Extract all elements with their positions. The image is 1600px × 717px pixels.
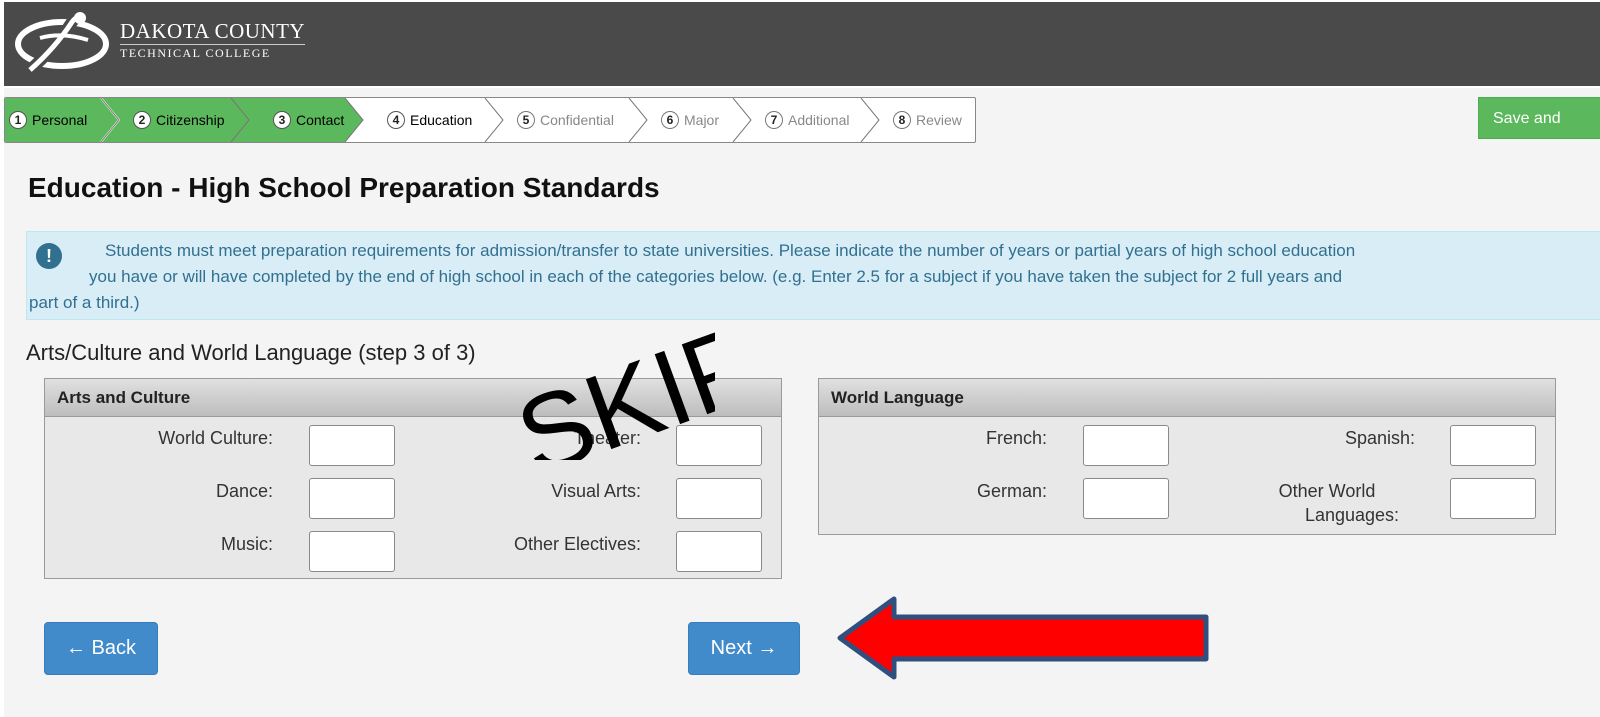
step-contact[interactable]: 3 Contact [263,98,344,142]
site-header: DAKOTA COUNTY TECHNICAL COLLEGE [4,2,1600,86]
section-title: Arts/Culture and World Language (step 3 … [26,340,476,365]
spanish-input[interactable] [1450,425,1536,466]
other-electives-input[interactable] [676,531,762,572]
french-input[interactable] [1083,425,1169,466]
info-text: Students must meet preparation requireme… [27,238,1567,316]
info-alert: Students must meet preparation requireme… [26,231,1600,320]
step-label: Major [684,112,720,128]
world-language-panel: World Language French: Spanish: German: … [818,378,1556,535]
step-label: Review [916,112,962,128]
skip-annotation-text: SKIP [502,300,715,460]
save-button[interactable]: Save and [1478,97,1600,139]
college-logo-text: DAKOTA COUNTY TECHNICAL COLLEGE [120,19,306,61]
step-label: Education [410,112,473,128]
step-major[interactable]: 6 Major [651,98,719,142]
red-arrow-annotation [837,596,1209,680]
world-culture-label: World Culture: [158,428,273,448]
french-label: French: [985,428,1047,448]
skip-annotation: SKIP [502,300,715,460]
step-label: Citizenship [156,112,225,128]
music-label: Music: [220,534,273,554]
step-number: 1 [9,111,27,129]
step-additional[interactable]: 7 Additional [755,98,850,142]
step-label: Additional [788,112,850,128]
german-label: German: [976,481,1047,501]
step-label: Contact [296,112,345,128]
other-languages-line1: Other World [1278,481,1376,501]
music-input[interactable] [309,531,395,572]
logo-line2: TECHNICAL COLLEGE [120,44,306,61]
step-citizenship[interactable]: 2 Citizenship [123,98,224,142]
exclamation-icon: ! [36,243,62,269]
step-number: 6 [661,111,679,129]
page-title: Education - High School Preparation Stan… [28,172,660,203]
college-logo-icon [15,11,109,75]
step-number: 3 [273,111,291,129]
step-education[interactable]: 4 Education [377,98,472,142]
back-button[interactable]: ← Back [44,622,158,675]
info-line3: part of a third.) [29,293,140,312]
other-world-languages-label: Other World Languages: [1239,479,1415,527]
other-world-languages-input[interactable] [1450,478,1536,519]
visual-arts-label: Visual Arts: [551,481,641,501]
other-languages-line2: Languages: [1304,505,1400,525]
step-number: 2 [133,111,151,129]
next-button[interactable]: Next → [688,622,800,675]
world-culture-input[interactable] [309,425,395,466]
step-number: 8 [893,111,911,129]
dance-label: Dance: [215,481,273,501]
logo-line1: DAKOTA COUNTY [120,19,306,43]
dance-input[interactable] [309,478,395,519]
info-line2: you have or will have completed by the e… [89,267,1343,286]
step-personal[interactable]: 1 Personal [5,98,88,142]
step-wizard: 1 Personal 2 Citizenship 3 Contact 4 Educati… [4,97,976,143]
world-language-title: World Language [819,379,1555,417]
visual-arts-input[interactable] [676,478,762,519]
step-confidential[interactable]: 5 Confidential [507,98,614,142]
other-electives-label: Other Electives: [513,534,641,554]
step-review[interactable]: 8 Review [883,98,962,142]
step-number: 5 [517,111,535,129]
step-number: 7 [765,111,783,129]
german-input[interactable] [1083,478,1169,519]
step-number: 4 [387,111,405,129]
info-line1: Students must meet preparation requireme… [105,241,1356,260]
spanish-label: Spanish: [1344,428,1415,448]
step-label: Confidential [540,112,614,128]
step-label: Personal [32,112,88,128]
